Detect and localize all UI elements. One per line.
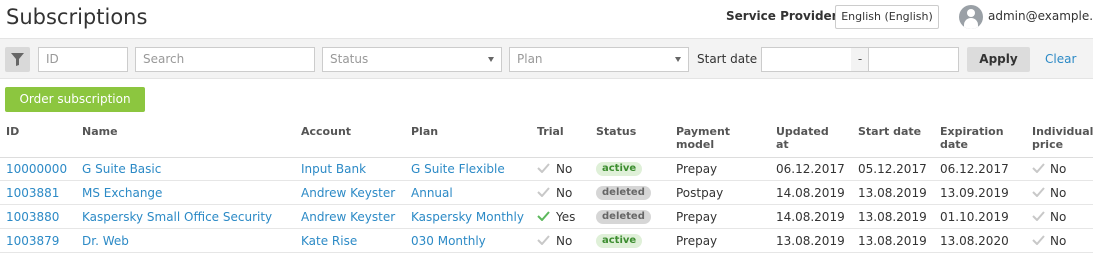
cell-account[interactable]: Andrew Keyster xyxy=(301,210,395,224)
cell-start-date: 13.08.2019 xyxy=(858,234,927,248)
cell-updated-at: 14.08.2019 xyxy=(776,210,845,224)
cell-account[interactable]: Kate Rise xyxy=(301,234,357,248)
cell-individual-price: No xyxy=(1050,234,1067,248)
cell-trial: No xyxy=(556,162,573,176)
funnel-icon xyxy=(11,53,24,66)
column-header-account[interactable]: Account xyxy=(301,125,351,138)
column-header-updated-line2: at xyxy=(776,138,789,151)
chevron-down-icon xyxy=(488,57,494,62)
cell-updated-at: 13.08.2019 xyxy=(776,234,845,248)
cell-updated-at: 06.12.2017 xyxy=(776,162,845,176)
cell-id[interactable]: 1003881 xyxy=(6,186,59,200)
individual-price-check-icon xyxy=(1032,235,1045,245)
date-range-separator: - xyxy=(851,47,869,72)
chevron-down-icon xyxy=(675,57,681,62)
cell-start-date: 13.08.2019 xyxy=(858,210,927,224)
cell-plan[interactable]: Annual xyxy=(411,186,453,200)
cell-start-date: 13.08.2019 xyxy=(858,186,927,200)
cell-trial: Yes xyxy=(556,210,576,224)
cell-plan[interactable]: G Suite Flexible xyxy=(411,162,505,176)
cell-payment-model: Prepay xyxy=(676,162,718,176)
cell-start-date: 05.12.2017 xyxy=(858,162,927,176)
page-title: Subscriptions xyxy=(6,5,148,29)
order-subscription-button[interactable]: Order subscription xyxy=(5,87,145,112)
cell-id[interactable]: 10000000 xyxy=(6,162,67,176)
table-row[interactable]: 10000000 G Suite Basic Input Bank G Suit… xyxy=(0,157,1093,181)
user-avatar-icon[interactable] xyxy=(959,5,983,29)
column-header-id[interactable]: ID xyxy=(6,125,19,138)
table-row[interactable]: 1003879 Dr. Web Kate Rise 030 Monthly No… xyxy=(0,229,1093,253)
language-selector[interactable]: English (English) xyxy=(835,5,939,29)
trial-check-icon xyxy=(537,211,550,221)
column-header-individual-line1: Individual xyxy=(1032,125,1093,138)
id-filter-input[interactable]: ID xyxy=(38,47,128,72)
column-header-payment-line2: model xyxy=(676,138,715,151)
table-row[interactable]: 1003880 Kaspersky Small Office Security … xyxy=(0,205,1093,229)
cell-expiration-date: 13.08.2020 xyxy=(940,234,1009,248)
service-provider-label: Service Provider xyxy=(726,9,838,23)
table-row[interactable]: 1003881 MS Exchange Andrew Keyster Annua… xyxy=(0,181,1093,205)
cell-plan[interactable]: Kaspersky Monthly xyxy=(411,210,524,224)
cell-payment-model: Prepay xyxy=(676,234,718,248)
cell-name[interactable]: MS Exchange xyxy=(82,186,162,200)
column-header-expiration-date[interactable]: Expiration date xyxy=(940,125,1004,151)
column-header-trial[interactable]: Trial xyxy=(537,125,564,138)
cell-individual-price: No xyxy=(1050,162,1067,176)
status-badge: deleted xyxy=(596,186,651,200)
column-header-individual-line2: price xyxy=(1032,138,1064,151)
column-header-payment-line1: Payment xyxy=(676,125,731,138)
status-select[interactable]: Status xyxy=(322,47,502,72)
cell-expiration-date: 01.10.2019 xyxy=(940,210,1009,224)
individual-price-check-icon xyxy=(1032,163,1045,173)
cell-updated-at: 14.08.2019 xyxy=(776,186,845,200)
cell-individual-price: No xyxy=(1050,210,1067,224)
filter-toggle-button[interactable] xyxy=(5,47,30,72)
cell-id[interactable]: 1003880 xyxy=(6,210,59,224)
cell-individual-price: No xyxy=(1050,186,1067,200)
column-header-plan[interactable]: Plan xyxy=(411,125,438,138)
column-header-payment-model[interactable]: Payment model xyxy=(676,125,730,151)
start-date-to-input[interactable] xyxy=(868,47,959,72)
column-header-status[interactable]: Status xyxy=(596,125,636,138)
clear-link[interactable]: Clear xyxy=(1045,52,1076,66)
cell-trial: No xyxy=(556,234,573,248)
plan-select-placeholder: Plan xyxy=(517,52,543,66)
cell-payment-model: Prepay xyxy=(676,210,718,224)
column-header-name[interactable]: Name xyxy=(82,125,118,138)
cell-expiration-date: 06.12.2017 xyxy=(940,162,1009,176)
search-input[interactable]: Search xyxy=(135,47,315,72)
cell-payment-model: Postpay xyxy=(676,186,724,200)
cell-name[interactable]: Kaspersky Small Office Security xyxy=(82,210,272,224)
cell-name[interactable]: G Suite Basic xyxy=(82,162,161,176)
column-header-start-date[interactable]: Start date xyxy=(858,125,921,138)
plan-select[interactable]: Plan xyxy=(509,47,689,72)
filter-bar: ID Search Status Plan Start date - Apply… xyxy=(0,38,1093,79)
individual-price-check-icon xyxy=(1032,211,1045,221)
column-header-updated-at[interactable]: Updated at xyxy=(776,125,829,151)
cell-trial: No xyxy=(556,186,573,200)
trial-check-icon xyxy=(537,163,550,173)
cell-account[interactable]: Andrew Keyster xyxy=(301,186,395,200)
status-badge: active xyxy=(596,162,643,176)
column-header-expiration-line1: Expiration xyxy=(940,125,1004,138)
status-badge: active xyxy=(596,234,643,248)
column-header-expiration-line2: date xyxy=(940,138,969,151)
individual-price-check-icon xyxy=(1032,187,1045,197)
page-header: Subscriptions Service Provider English (… xyxy=(0,0,1093,38)
cell-plan[interactable]: 030 Monthly xyxy=(411,234,486,248)
column-header-individual-price[interactable]: Individual price xyxy=(1032,125,1093,151)
apply-button[interactable]: Apply xyxy=(967,47,1030,72)
cell-expiration-date: 13.09.2019 xyxy=(940,186,1009,200)
column-header-updated-line1: Updated xyxy=(776,125,829,138)
trial-check-icon xyxy=(537,187,550,197)
trial-check-icon xyxy=(537,235,550,245)
cell-name[interactable]: Dr. Web xyxy=(82,234,129,248)
status-badge: deleted xyxy=(596,210,651,224)
start-date-label: Start date xyxy=(697,52,758,66)
user-menu[interactable]: admin@example.com xyxy=(988,9,1093,23)
status-select-placeholder: Status xyxy=(330,52,369,66)
start-date-from-input[interactable] xyxy=(761,47,852,72)
cell-id[interactable]: 1003879 xyxy=(6,234,59,248)
cell-account[interactable]: Input Bank xyxy=(301,162,366,176)
